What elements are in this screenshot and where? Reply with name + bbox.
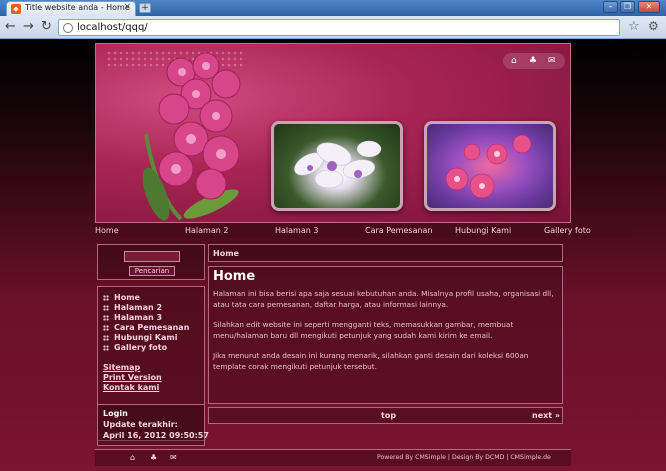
wrench-icon[interactable]: ⚙ xyxy=(648,19,659,33)
sitemap-icon[interactable]: ♣ xyxy=(529,55,537,67)
nav-item-home[interactable]: Home xyxy=(95,226,119,236)
home-icon[interactable]: ⌂ xyxy=(511,55,517,67)
login-box: Login Update terakhir: April 16, 2012 09… xyxy=(97,404,209,446)
page-icon xyxy=(63,23,73,33)
back-button[interactable]: ← xyxy=(5,20,16,34)
print-version-link[interactable]: Print Version xyxy=(103,373,162,383)
sidebar-item-hubungi-kami[interactable]: Hubungi Kami xyxy=(114,333,177,343)
maximize-button[interactable]: ❐ xyxy=(620,1,635,13)
update-label: Update terakhir: xyxy=(103,420,178,429)
bullet-icon xyxy=(103,295,109,301)
bullet-icon xyxy=(103,315,109,321)
breadcrumb: Home xyxy=(208,244,563,262)
close-window-button[interactable]: ✕ xyxy=(638,1,660,13)
nav-item-halaman-3[interactable]: Halaman 3 xyxy=(275,226,318,236)
sidebar-item-halaman-2[interactable]: Halaman 2 xyxy=(114,303,162,313)
forward-button[interactable]: → xyxy=(23,20,34,34)
orchid-flowers-image xyxy=(142,52,241,221)
nav-item-cara-pemesanan[interactable]: Cara Pemesanan xyxy=(365,226,433,236)
white-orchid-photo xyxy=(271,121,403,211)
content-paragraph: Silahkan edit website ini seperti mengga… xyxy=(213,320,514,340)
sidebar-item-home[interactable]: Home xyxy=(114,293,140,303)
footer: ⌂ ♣ ✉ Powered By CMSimple | Design By DC… xyxy=(95,449,571,466)
content-paragraph: Halaman ini bisa berisi apa saja sesuai … xyxy=(213,289,554,309)
mail-icon[interactable]: ✉ xyxy=(170,453,177,463)
nav-item-halaman-2[interactable]: Halaman 2 xyxy=(185,226,228,236)
search-input[interactable] xyxy=(124,251,180,262)
top-link[interactable]: top xyxy=(381,411,396,420)
home-icon[interactable]: ⌂ xyxy=(130,453,135,463)
bullet-icon xyxy=(103,345,109,351)
sitemap-link[interactable]: Sitemap xyxy=(103,363,140,373)
header-banner: ⌂ ♣ ✉ xyxy=(95,43,571,223)
sidebar-item-halaman-3[interactable]: Halaman 3 xyxy=(114,313,162,323)
next-link[interactable]: next » xyxy=(532,411,560,420)
sidebar-item-gallery-foto[interactable]: Gallery foto xyxy=(114,343,167,353)
header-icon-group: ⌂ ♣ ✉ xyxy=(503,53,565,69)
address-bar[interactable]: localhost/qqq/ xyxy=(58,19,620,36)
breadcrumb-home[interactable]: Home xyxy=(213,249,239,258)
search-box: Pencarian xyxy=(97,244,205,280)
browser-titlebar: ◆ Title website anda - Home × + – ❐ ✕ xyxy=(0,0,666,16)
sidebar: Pencarian Home Halaman 2 Halaman 3 Cara … xyxy=(97,244,209,446)
browser-toolbar: ← → ↻ localhost/qqq/ ☆ ⚙ xyxy=(0,16,666,39)
bullet-icon xyxy=(103,335,109,341)
tab-close-icon[interactable]: × xyxy=(123,2,131,12)
reload-button[interactable]: ↻ xyxy=(41,20,52,34)
content-area: Home Halaman ini bisa berisi apa saja se… xyxy=(208,266,563,404)
minimize-button[interactable]: – xyxy=(603,1,618,13)
main-nav: Home Halaman 2 Halaman 3 Cara Pemesanan … xyxy=(95,224,631,238)
url-text[interactable]: localhost/qqq/ xyxy=(77,22,148,33)
tab-title: Title website anda - Home xyxy=(25,3,130,12)
sidebar-item-cara-pemesanan[interactable]: Cara Pemesanan xyxy=(114,323,189,333)
update-date: April 16, 2012 09:50:57 xyxy=(103,431,209,440)
nav-item-gallery-foto[interactable]: Gallery foto xyxy=(544,226,591,236)
sitemap-icon[interactable]: ♣ xyxy=(150,453,157,463)
bookmark-star-icon[interactable]: ☆ xyxy=(628,19,640,34)
pager: top next » xyxy=(208,407,563,424)
new-tab-button[interactable]: + xyxy=(139,3,151,13)
footer-credits: Powered By CMSimple | Design By DCMD | C… xyxy=(377,454,551,461)
browser-tab[interactable]: ◆ Title website anda - Home × xyxy=(6,1,136,16)
login-link[interactable]: Login xyxy=(103,409,128,419)
kontak-kami-link[interactable]: Kontak kami xyxy=(103,383,159,393)
nav-item-hubungi-kami[interactable]: Hubungi Kami xyxy=(455,226,511,236)
search-button[interactable]: Pencarian xyxy=(129,266,175,276)
favicon-icon: ◆ xyxy=(11,4,21,14)
mail-icon[interactable]: ✉ xyxy=(548,55,556,67)
page-title: Home xyxy=(213,269,256,284)
bullet-icon xyxy=(103,305,109,311)
content-paragraph: Jika menurut anda desain ini kurang mena… xyxy=(213,351,529,371)
pink-orchid-photo xyxy=(424,121,556,211)
bullet-icon xyxy=(103,325,109,331)
